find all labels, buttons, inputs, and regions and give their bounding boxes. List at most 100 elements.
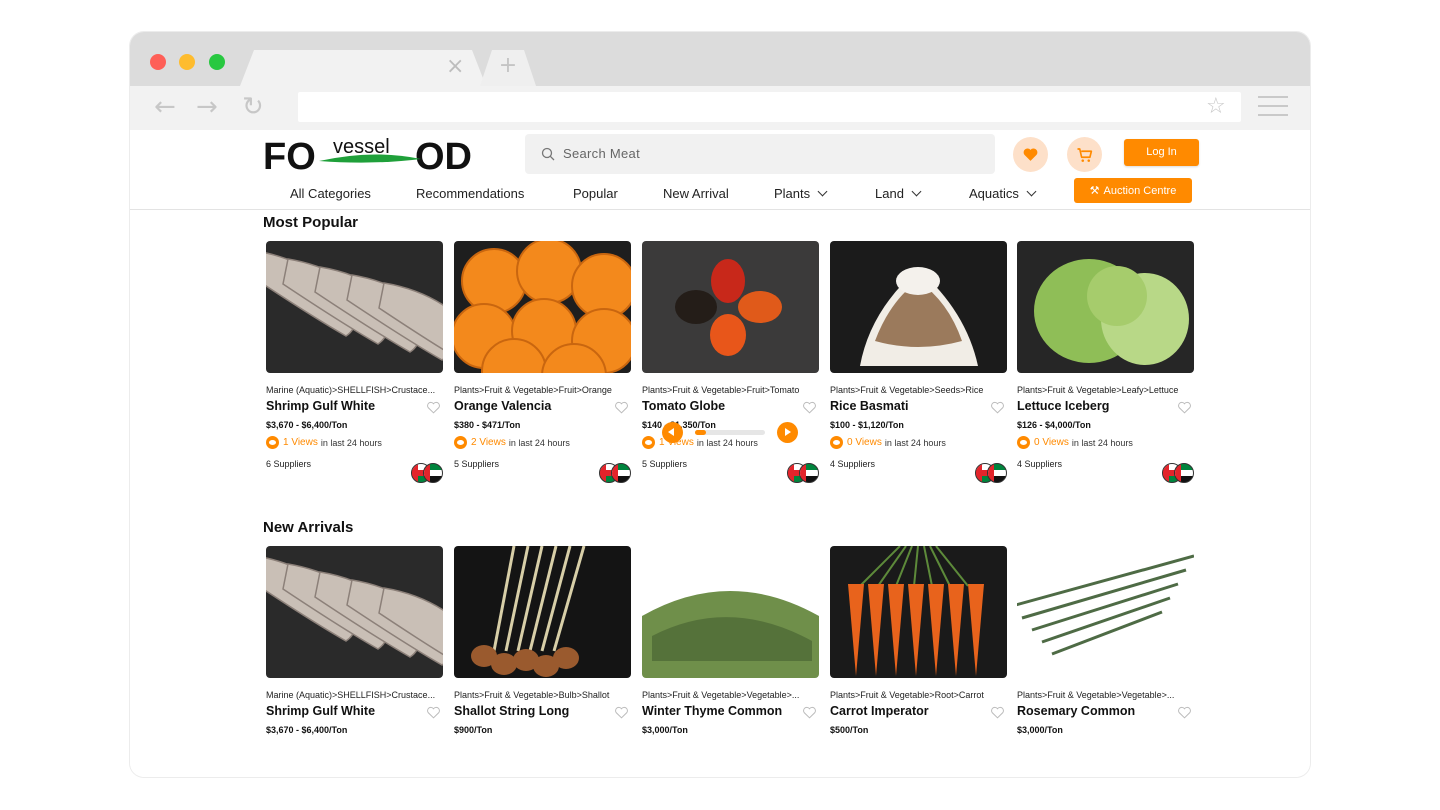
views-count: 1 Views <box>283 437 318 448</box>
product-card[interactable]: Marine (Aquatic)>SHELLFISH>Crustace... Sh… <box>266 546 443 735</box>
product-price: $126 - $4,000/Ton <box>1017 420 1091 430</box>
product-image[interactable] <box>454 546 631 678</box>
nav-all-categories[interactable]: All Categories <box>290 186 371 201</box>
category-nav: All Categories Recommendations Popular N… <box>130 178 1310 210</box>
carousel-prev-button[interactable] <box>662 422 683 443</box>
favorite-heart-icon[interactable] <box>802 705 817 720</box>
auction-label: Auction Centre <box>1103 185 1177 197</box>
maximize-window-button[interactable] <box>209 54 225 70</box>
product-card[interactable]: Plants>Fruit & Vegetable>Leafy>Lettuce Le… <box>1017 241 1194 483</box>
reload-icon[interactable]: ↻ <box>242 92 264 122</box>
close-window-button[interactable] <box>150 54 166 70</box>
product-price: $3,000/Ton <box>642 725 688 735</box>
eye-icon <box>642 436 655 449</box>
product-card[interactable]: Plants>Fruit & Vegetable>Bulb>Shallot Sha… <box>454 546 631 735</box>
plus-icon[interactable]: + <box>498 55 518 77</box>
views-info: 2 Views in last 24 hours <box>454 436 631 449</box>
product-name[interactable]: Rice Basmati <box>830 399 1007 413</box>
product-name[interactable]: Lettuce Iceberg <box>1017 399 1194 413</box>
favorite-heart-icon[interactable] <box>802 400 817 415</box>
forward-arrow-icon[interactable]: → <box>196 92 218 122</box>
product-category: Marine (Aquatic)>SHELLFISH>Crustace... <box>266 690 436 700</box>
product-name[interactable]: Tomato Globe <box>642 399 819 413</box>
browser-menu-icon[interactable] <box>1258 96 1288 116</box>
product-card[interactable]: Plants>Fruit & Vegetable>Seeds>Rice Rice … <box>830 241 1007 483</box>
favorite-heart-icon[interactable] <box>990 400 1005 415</box>
nav-label: New Arrival <box>663 186 729 201</box>
product-category: Plants>Fruit & Vegetable>Vegetable>... <box>1017 690 1175 700</box>
eye-icon <box>830 436 843 449</box>
product-category: Plants>Fruit & Vegetable>Fruit>Orange <box>454 385 612 395</box>
product-image[interactable] <box>266 546 443 678</box>
favorite-heart-icon[interactable] <box>1177 400 1192 415</box>
product-card[interactable]: Plants>Fruit & Vegetable>Vegetable>... Ro… <box>1017 546 1194 735</box>
nav-recommendations[interactable]: Recommendations <box>416 186 524 201</box>
product-name[interactable]: Shrimp Gulf White <box>266 704 443 718</box>
bookmark-star-icon[interactable]: ☆ <box>1206 94 1226 120</box>
nav-aquatics-dropdown[interactable]: Aquatics <box>969 186 1037 201</box>
search-input[interactable]: Search Meat <box>563 146 640 161</box>
nav-new-arrival[interactable]: New Arrival <box>663 186 729 201</box>
flag-icon <box>611 463 631 483</box>
close-tab-icon[interactable]: × <box>446 56 464 78</box>
login-button[interactable]: Log In <box>1124 139 1199 166</box>
product-card[interactable]: Plants>Fruit & Vegetable>Fruit>Orange Ora… <box>454 241 631 483</box>
product-image[interactable] <box>642 546 819 678</box>
product-image[interactable] <box>1017 546 1194 678</box>
favorite-heart-icon[interactable] <box>426 705 441 720</box>
product-card[interactable]: Plants>Fruit & Vegetable>Vegetable>... Wi… <box>642 546 819 735</box>
nav-plants-dropdown[interactable]: Plants <box>774 186 828 201</box>
search-bar[interactable]: Search Meat <box>525 134 995 174</box>
product-image[interactable] <box>266 241 443 373</box>
eye-icon <box>266 436 279 449</box>
carousel-pager <box>662 422 798 444</box>
cart-button[interactable] <box>1067 137 1102 172</box>
brand-logo[interactable]: FO OD vessel <box>263 135 475 173</box>
views-count: 2 Views <box>471 437 506 448</box>
back-arrow-icon[interactable]: ← <box>154 92 176 122</box>
web-page: FO OD vessel Search Meat Log In All Cate… <box>130 130 1310 777</box>
product-name[interactable]: Orange Valencia <box>454 399 631 413</box>
auction-centre-button[interactable]: ⚒ Auction Centre <box>1074 178 1192 203</box>
favorite-heart-icon[interactable] <box>614 400 629 415</box>
nav-label: Aquatics <box>969 186 1019 201</box>
product-category: Plants>Fruit & Vegetable>Leafy>Lettuce <box>1017 385 1179 395</box>
product-name[interactable]: Carrot Imperator <box>830 704 1007 718</box>
product-price: $3,000/Ton <box>1017 725 1063 735</box>
product-name[interactable]: Winter Thyme Common <box>642 704 819 718</box>
product-image[interactable] <box>642 241 819 373</box>
nav-land-dropdown[interactable]: Land <box>875 186 922 201</box>
product-price: $500/Ton <box>830 725 869 735</box>
product-name[interactable]: Shrimp Gulf White <box>266 399 443 413</box>
product-category: Plants>Fruit & Vegetable>Seeds>Rice <box>830 385 984 395</box>
nav-label: Recommendations <box>416 186 525 201</box>
product-name[interactable]: Shallot String Long <box>454 704 631 718</box>
product-card[interactable]: Marine (Aquatic)>SHELLFISH>Crustace... Sh… <box>266 241 443 483</box>
favorite-heart-icon[interactable] <box>990 705 1005 720</box>
product-name[interactable]: Rosemary Common <box>1017 704 1194 718</box>
carousel-next-button[interactable] <box>777 422 798 443</box>
address-bar[interactable] <box>298 92 1241 122</box>
product-image[interactable] <box>454 241 631 373</box>
product-image[interactable] <box>830 241 1007 373</box>
product-card[interactable]: Plants>Fruit & Vegetable>Root>Carrot Carr… <box>830 546 1007 735</box>
search-icon <box>541 147 555 161</box>
supplier-flags <box>1162 463 1194 483</box>
product-image[interactable] <box>830 546 1007 678</box>
nav-popular[interactable]: Popular <box>573 186 618 201</box>
wishlist-button[interactable] <box>1013 137 1048 172</box>
carousel-progress-fill <box>695 430 706 435</box>
supplier-flags <box>411 463 443 483</box>
browser-window: × + ← → ↻ ☆ FO OD vessel Search Meat Log… <box>130 32 1310 777</box>
favorite-heart-icon[interactable] <box>1177 705 1192 720</box>
views-info: 1 Views in last 24 hours <box>266 436 443 449</box>
favorite-heart-icon[interactable] <box>614 705 629 720</box>
views-count: 0 Views <box>1034 437 1069 448</box>
views-suffix: in last 24 hours <box>884 437 946 448</box>
favorite-heart-icon[interactable] <box>426 400 441 415</box>
supplier-flags <box>787 463 819 483</box>
product-image[interactable] <box>1017 241 1194 373</box>
views-info: 0 Views in last 24 hours <box>830 436 1007 449</box>
minimize-window-button[interactable] <box>179 54 195 70</box>
carousel-progress-track <box>695 430 765 435</box>
